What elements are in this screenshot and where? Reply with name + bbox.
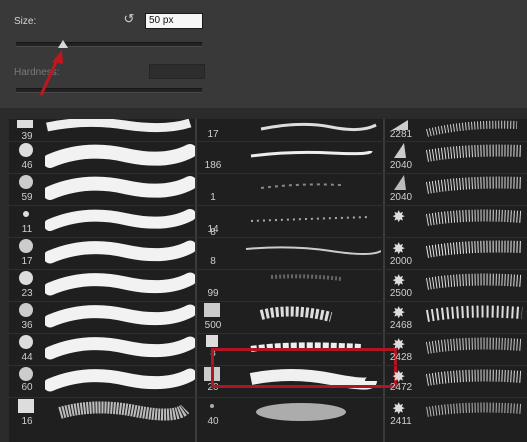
brush-stroke-preview[interactable]	[231, 301, 381, 331]
brush-stroke-preview[interactable]	[45, 119, 195, 135]
brush-stroke-preview[interactable]	[45, 237, 195, 267]
brush-size: 17	[21, 256, 33, 267]
brush-size: 17	[207, 129, 219, 140]
svg-text:✸: ✸	[392, 207, 405, 226]
brush-stroke-preview[interactable]	[417, 269, 527, 299]
brush-stroke-preview[interactable]	[231, 141, 381, 171]
brush-size: 2411	[390, 416, 412, 427]
brush-stroke-preview[interactable]	[45, 333, 195, 363]
star-brush-icon: ✸	[386, 205, 414, 235]
brush-stroke-preview[interactable]	[231, 205, 381, 235]
brush-stroke-preview[interactable]	[45, 269, 195, 299]
brush-size: 44	[21, 352, 33, 363]
brush-size: 8	[210, 256, 216, 267]
brush-size: 2040	[389, 160, 413, 171]
brush-size: 23	[21, 288, 33, 299]
brush-stroke-preview[interactable]	[45, 397, 195, 427]
brush-preset-grid: 39 46 59 11 17 23 36 44 60 16 17 186 1 1…	[9, 119, 527, 442]
brush-size: 2428	[389, 352, 413, 363]
brush-size: 186	[204, 160, 222, 171]
brush-size: 59	[21, 192, 33, 203]
brush-stroke-preview[interactable]	[417, 333, 527, 363]
brush-size: 16	[21, 416, 33, 427]
brush-stroke-preview[interactable]	[45, 173, 195, 203]
brush-stroke-preview[interactable]	[231, 173, 381, 203]
brush-stroke-preview[interactable]	[231, 119, 381, 139]
brush-size: 11	[21, 224, 33, 235]
brush-stroke-preview[interactable]	[231, 397, 381, 427]
brush-size: 1	[210, 192, 216, 203]
brush-size: 46	[21, 160, 33, 171]
brush-stroke-preview[interactable]	[417, 173, 527, 203]
brush-size: 2281	[389, 129, 413, 140]
brush-stroke-preview[interactable]	[417, 397, 527, 427]
brush-size: 60	[21, 382, 33, 393]
column-divider	[383, 119, 385, 442]
brush-size: 99	[207, 288, 219, 299]
brush-stroke-preview[interactable]	[417, 365, 527, 395]
brush-stroke-preview[interactable]	[45, 301, 195, 331]
column-divider	[195, 119, 197, 442]
brush-stroke-preview[interactable]	[417, 119, 527, 139]
brush-size: 500	[204, 320, 222, 331]
brush-size: 40	[207, 416, 219, 427]
brush-stroke-preview[interactable]	[417, 141, 527, 171]
brush-stroke-preview[interactable]	[417, 301, 527, 331]
brush-stroke-preview[interactable]	[45, 205, 195, 235]
brush-stroke-preview[interactable]	[231, 269, 381, 299]
brush-size: 36	[21, 320, 33, 331]
brush-stroke-preview[interactable]	[417, 237, 527, 267]
annotation-arrow	[39, 50, 63, 96]
brush-stroke-preview[interactable]	[417, 205, 527, 235]
brush-size: 2500	[389, 288, 413, 299]
brush-stroke-preview[interactable]	[45, 141, 195, 171]
highlighted-brush-selection	[211, 348, 397, 388]
brush-size: 2472	[389, 382, 413, 393]
brush-size: 2468	[389, 320, 413, 331]
brush-stroke-preview[interactable]	[231, 237, 381, 267]
brush-stroke-preview[interactable]	[45, 365, 195, 395]
brush-size: 2040	[389, 192, 413, 203]
brush-size: 2000	[389, 256, 413, 267]
